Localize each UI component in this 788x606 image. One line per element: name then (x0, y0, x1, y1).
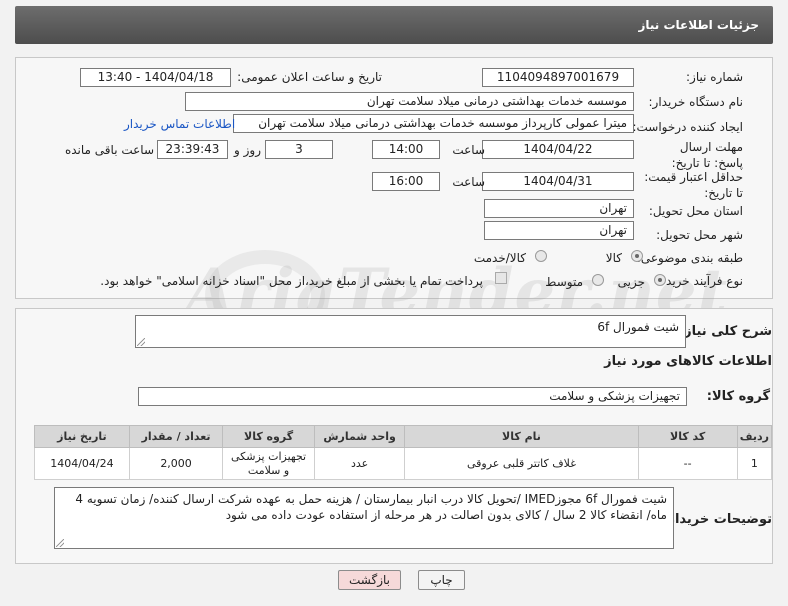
buyer-contact-link[interactable]: اطلاعات تماس خریدار (124, 117, 235, 131)
process-minor-radio[interactable] (654, 274, 666, 286)
goods-table-header: ردیف کد کالا نام کالا واحد شمارش گروه کا… (34, 425, 773, 448)
cell-qty: 2,000 (128, 447, 224, 480)
page-title-bar: جزئیات اطلاعات نیاز (15, 6, 773, 44)
price-time-field: 16:00 (372, 172, 440, 191)
deadline-label: مهلت ارسال پاسخ: تا تاریخ: (671, 140, 743, 170)
creator-label: ایجاد کننده درخواست: (632, 120, 743, 134)
col-qty: تعداد / مقدار (128, 425, 224, 448)
goods-section-title: اطلاعات کالاهای مورد نیاز (604, 354, 772, 369)
category-label: طبقه بندی موضوعی: (636, 251, 743, 265)
days-label: روز و (234, 143, 261, 157)
buyer-org-label: نام دستگاه خریدار: (648, 95, 744, 109)
table-row: 1 -- غلاف کاتتر قلبی عروقی عدد تجهیزات پ… (34, 447, 773, 480)
back-button[interactable]: بازگشت (338, 570, 401, 590)
goods-group-label: گروه کالا: (706, 389, 770, 404)
col-code: کد کالا (637, 425, 738, 448)
process-medium-label: متوسط (545, 275, 583, 289)
goods-table: ردیف کد کالا نام کالا واحد شمارش گروه کا… (34, 425, 773, 480)
category-goods-service-label: کالا/خدمت (473, 251, 526, 265)
category-goods-radio[interactable] (631, 250, 643, 262)
cell-unit: عدد (313, 447, 406, 480)
page-title: جزئیات اطلاعات نیاز (638, 18, 759, 32)
description-field[interactable]: شیت فمورال 6f (135, 315, 686, 348)
category-goods-label: کالا (605, 251, 622, 265)
city-label: شهر محل تحویل: (656, 228, 743, 242)
cell-code: -- (637, 447, 738, 480)
creator-field: میترا عمولی کارپرداز موسسه خدمات بهداشتی… (233, 114, 634, 133)
deadline-time-field: 14:00 (372, 140, 440, 159)
resize-handle-icon[interactable] (137, 338, 145, 346)
col-row: ردیف (736, 425, 773, 448)
cell-date: 1404/04/24 (34, 447, 130, 480)
remaining-label: ساعت باقی مانده (64, 143, 154, 157)
city-field: تهران (484, 221, 634, 240)
remaining-time-field: 23:39:43 (157, 140, 228, 159)
need-number-label: شماره نیاز: (686, 70, 743, 84)
col-group: گروه کالا (222, 425, 315, 448)
deadline-time-label: ساعت (452, 143, 485, 157)
announce-field: 1404/04/18 - 13:40 (80, 68, 231, 87)
province-field: تهران (484, 199, 634, 218)
deadline-date-field: 1404/04/22 (482, 140, 634, 159)
print-button[interactable]: چاپ (418, 570, 465, 590)
announce-label: تاریخ و ساعت اعلان عمومی: (237, 70, 382, 84)
col-unit: واحد شمارش (313, 425, 406, 448)
province-label: استان محل تحویل: (648, 204, 743, 218)
col-date: تاریخ نیاز (34, 425, 130, 448)
need-number-field: 1104094897001679 (482, 68, 634, 87)
days-field: 3 (265, 140, 333, 159)
process-minor-label: جزیی (617, 275, 645, 289)
buyer-notes-field[interactable]: شیت فمورال 6f مجوزIMED /تحویل کالا درب ا… (54, 487, 674, 549)
goods-group-field: تجهیزات پزشکی و سلامت (138, 387, 687, 406)
process-label: نوع فرآیند خرید : (658, 274, 743, 288)
notes-resize-handle-icon[interactable] (56, 539, 64, 547)
cell-group: تجهیزات پزشکی و سلامت (222, 447, 315, 480)
buyer-notes-label: توضیحات خریدار: (662, 512, 772, 527)
min-price-label: حداقل اعتبار قیمت: تا تاریخ: (644, 170, 743, 200)
buyer-org-field: موسسه خدمات بهداشتی درمانی میلاد سلامت ت… (185, 92, 634, 111)
col-name: نام کالا (404, 425, 639, 448)
cell-row: 1 (736, 447, 773, 480)
payment-note: پرداخت تمام یا بخشی از مبلغ خرید،از محل … (100, 274, 483, 288)
cell-name: غلاف کاتتر قلبی عروقی (404, 447, 639, 480)
treasury-payment-checkbox[interactable] (495, 272, 507, 284)
price-time-label: ساعت (452, 175, 485, 189)
category-goods-service-radio[interactable] (535, 250, 547, 262)
process-medium-radio[interactable] (592, 274, 604, 286)
description-label: شرح کلی نیاز: (678, 324, 772, 339)
price-date-field: 1404/04/31 (482, 172, 634, 191)
